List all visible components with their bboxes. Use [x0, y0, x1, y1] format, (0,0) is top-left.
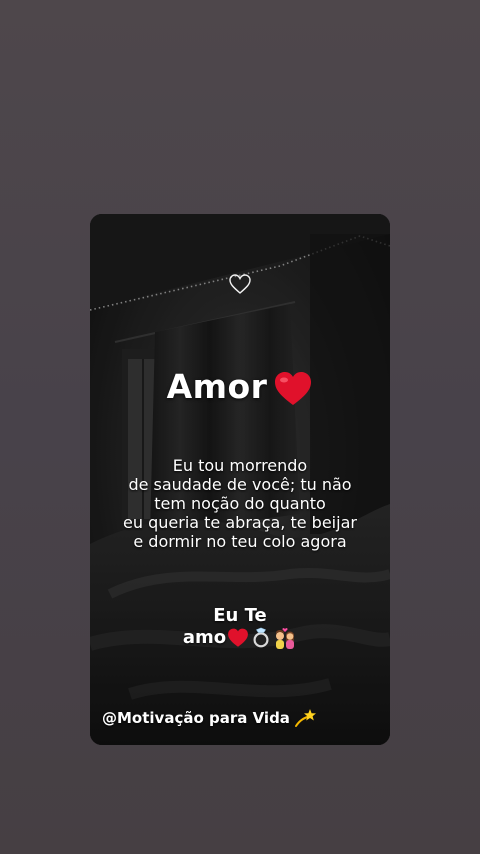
heart-icon — [275, 371, 312, 405]
story-card[interactable]: Amor Eu tou morrendo de saudade de você;… — [90, 214, 390, 745]
love-declaration: Eu Te amo — [90, 605, 390, 649]
story-title: Amor — [90, 367, 390, 407]
love-line-2: amo — [182, 627, 227, 648]
heart-outline-icon — [229, 274, 251, 294]
story-screen: Amor Eu tou morrendo de saudade de você;… — [0, 0, 480, 854]
couple-icon — [276, 628, 295, 649]
love-line-1: Eu Te — [213, 605, 267, 626]
love-message: Eu tou morrendo de saudade de você; tu n… — [123, 456, 357, 551]
ring-icon — [253, 627, 269, 648]
love-line-2-row: amo — [183, 627, 297, 649]
heart-icon — [228, 628, 249, 647]
title-text: Amor — [166, 367, 268, 406]
dizzy-star-icon — [294, 709, 316, 727]
story-text-overlay: Amor Eu tou morrendo de saudade de você;… — [90, 214, 390, 745]
footer-handle: @Motivação para Vida — [102, 709, 290, 727]
footer-credit: @Motivação para Vida — [102, 708, 316, 728]
